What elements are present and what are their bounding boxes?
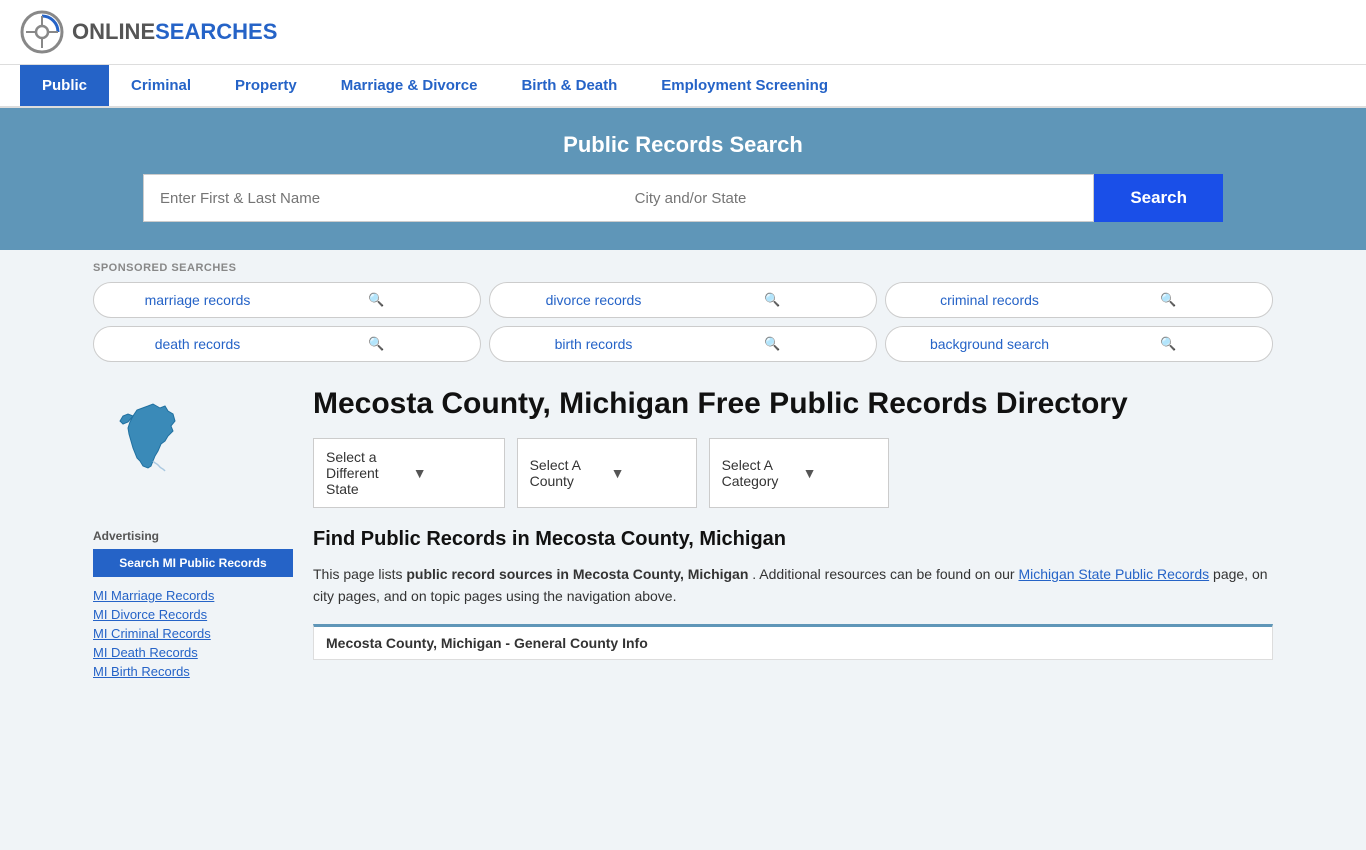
search-icon: 🔍 [287, 292, 466, 308]
logo-online-text: ONLINE [72, 19, 155, 45]
search-banner-title: Public Records Search [20, 132, 1346, 158]
sidebar-link-mi-divorce[interactable]: MI Divorce Records [93, 606, 293, 622]
michigan-map [93, 386, 223, 516]
left-sidebar: Advertising Search MI Public Records MI … [93, 386, 293, 682]
search-form: Search [143, 174, 1223, 222]
pill-death-records[interactable]: death records 🔍 [93, 326, 481, 362]
search-pills-row1: marriage records 🔍 divorce records 🔍 cri… [93, 282, 1273, 362]
search-icon: 🔍 [683, 336, 862, 352]
pill-marriage-records[interactable]: marriage records 🔍 [93, 282, 481, 318]
pill-birth-label: birth records [504, 336, 683, 352]
search-button[interactable]: Search [1094, 174, 1223, 222]
nav-item-criminal[interactable]: Criminal [109, 65, 213, 106]
search-banner: Public Records Search Search [0, 108, 1366, 250]
pill-background-search[interactable]: background search 🔍 [885, 326, 1273, 362]
description-bold: public record sources in Mecosta County,… [406, 566, 748, 582]
logo[interactable]: ONLINE SEARCHES [20, 10, 277, 54]
michigan-state-link[interactable]: Michigan State Public Records [1018, 566, 1209, 582]
dropdowns-row: Select a Different State ▼ Select A Coun… [313, 438, 1273, 508]
chevron-down-icon: ▼ [413, 465, 492, 481]
county-dropdown-label: Select A County [530, 457, 603, 489]
nav-item-birth-death[interactable]: Birth & Death [499, 65, 639, 106]
logo-icon [20, 10, 64, 54]
nav-item-employment[interactable]: Employment Screening [639, 65, 850, 106]
sidebar-link-mi-birth[interactable]: MI Birth Records [93, 663, 293, 679]
michigan-map-container [93, 386, 293, 519]
main-nav: Public Criminal Property Marriage & Divo… [0, 65, 1366, 108]
search-icon: 🔍 [683, 292, 862, 308]
sidebar-link-mi-criminal[interactable]: MI Criminal Records [93, 625, 293, 641]
chevron-down-icon: ▼ [803, 465, 876, 481]
category-dropdown[interactable]: Select A Category ▼ [709, 438, 889, 508]
state-dropdown[interactable]: Select a Different State ▼ [313, 438, 505, 508]
logo-text: ONLINE SEARCHES [72, 19, 277, 45]
pill-birth-records[interactable]: birth records 🔍 [489, 326, 877, 362]
sponsored-label: SPONSORED SEARCHES [93, 262, 1273, 274]
nav-item-property[interactable]: Property [213, 65, 319, 106]
search-icon: 🔍 [1079, 292, 1258, 308]
advertising-label: Advertising [93, 529, 293, 543]
main-wrapper: SPONSORED SEARCHES marriage records 🔍 di… [0, 250, 1366, 850]
name-input[interactable] [143, 174, 619, 222]
pill-divorce-records[interactable]: divorce records 🔍 [489, 282, 877, 318]
city-input[interactable] [619, 174, 1095, 222]
sidebar-link-mi-marriage[interactable]: MI Marriage Records [93, 587, 293, 603]
main-content: Mecosta County, Michigan Free Public Rec… [313, 386, 1273, 682]
category-dropdown-label: Select A Category [722, 457, 795, 489]
sidebar-links: MI Marriage Records MI Divorce Records M… [93, 587, 293, 679]
description-intro: This page lists [313, 566, 406, 582]
general-county-info-bar: Mecosta County, Michigan - General Count… [313, 624, 1273, 660]
sponsored-section: SPONSORED SEARCHES marriage records 🔍 di… [73, 250, 1293, 362]
pill-criminal-records[interactable]: criminal records 🔍 [885, 282, 1273, 318]
description-text: This page lists public record sources in… [313, 563, 1273, 608]
find-records-title: Find Public Records in Mecosta County, M… [313, 528, 1273, 551]
logo-searches-text: SEARCHES [155, 19, 277, 45]
site-header: ONLINE SEARCHES [0, 0, 1366, 65]
page-title: Mecosta County, Michigan Free Public Rec… [313, 386, 1273, 422]
county-dropdown[interactable]: Select A County ▼ [517, 438, 697, 508]
sidebar-link-mi-death[interactable]: MI Death Records [93, 644, 293, 660]
description-mid: . Additional resources can be found on o… [752, 566, 1018, 582]
pill-death-label: death records [108, 336, 287, 352]
nav-item-public[interactable]: Public [20, 65, 109, 106]
ad-search-button[interactable]: Search MI Public Records [93, 549, 293, 577]
pill-background-label: background search [900, 336, 1079, 352]
pill-divorce-label: divorce records [504, 292, 683, 308]
search-icon: 🔍 [1079, 336, 1258, 352]
chevron-down-icon: ▼ [611, 465, 684, 481]
pill-marriage-label: marriage records [108, 292, 287, 308]
search-icon: 🔍 [287, 336, 466, 352]
state-dropdown-label: Select a Different State [326, 449, 405, 497]
content-area: Advertising Search MI Public Records MI … [73, 370, 1293, 698]
pill-criminal-label: criminal records [900, 292, 1079, 308]
nav-item-marriage-divorce[interactable]: Marriage & Divorce [319, 65, 500, 106]
